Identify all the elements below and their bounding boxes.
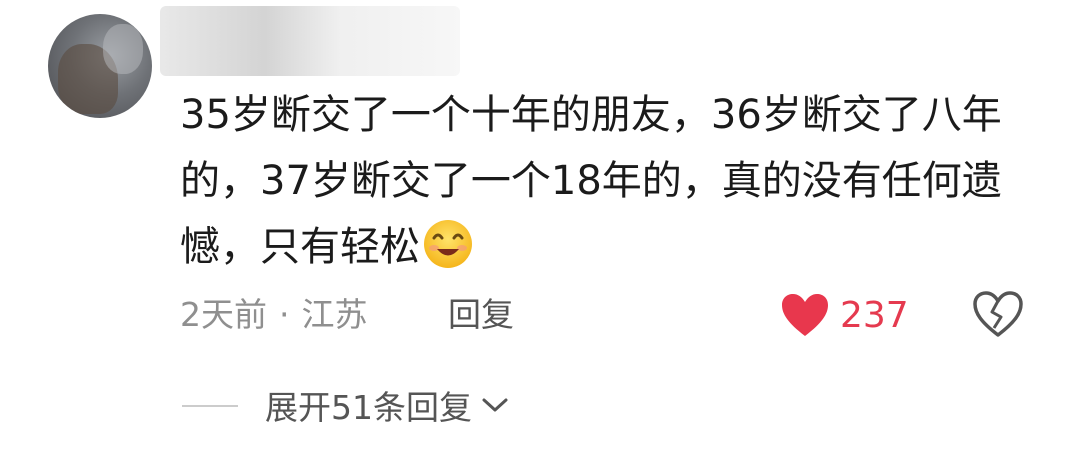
comment-text: 35岁断交了一个十年的朋友，36岁断交了八年的，37岁断交了一个18年的，真的没… (180, 92, 1002, 270)
reply-button[interactable]: 回复 (448, 290, 514, 340)
heart-icon (782, 294, 828, 336)
expand-replies-button[interactable]: 展开51条回复 (265, 380, 510, 430)
comment-time: 2天前 (180, 295, 267, 334)
comment-meta: 2天前 · 江苏 (180, 290, 368, 340)
smiling-face-icon (424, 220, 472, 268)
comment-body: 35岁断交了一个十年的朋友，36岁断交了八年的，37岁断交了一个18年的，真的没… (180, 82, 1040, 280)
chevron-down-icon (482, 398, 508, 412)
username-redacted (160, 6, 460, 76)
avatar[interactable] (48, 14, 152, 118)
avatar-blur-shape (103, 24, 143, 74)
dislike-button[interactable] (972, 290, 1024, 338)
comment-location: 江苏 (301, 295, 368, 334)
expand-replies-label: 展开51条回复 (265, 388, 472, 427)
broken-heart-icon (973, 291, 1023, 337)
meta-separator: · (279, 295, 290, 334)
like-button[interactable]: 237 (780, 288, 909, 342)
like-count: 237 (840, 294, 909, 336)
expand-divider (182, 405, 238, 407)
